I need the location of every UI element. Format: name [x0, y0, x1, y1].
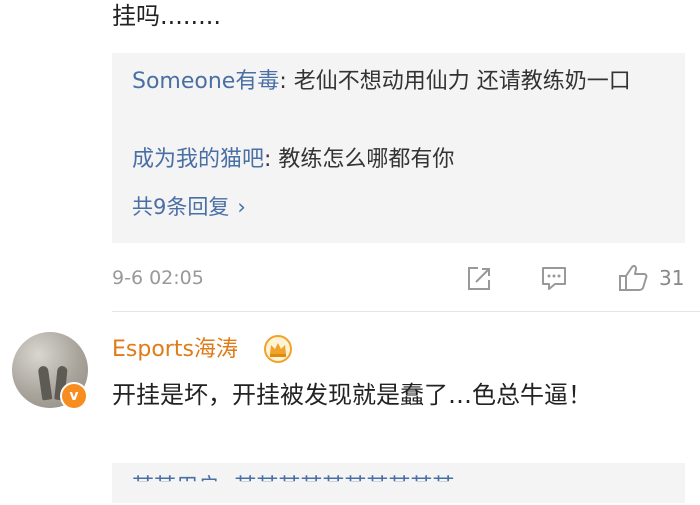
comment-username[interactable]: Esports海涛	[112, 333, 238, 367]
like-icon[interactable]	[617, 262, 651, 294]
previous-comment-text: 挂吗........	[112, 2, 222, 30]
comment-text: 开挂是坏，开挂被发现就是蠢了…色总牛逼！	[112, 381, 592, 409]
chevron-right-icon: ›	[237, 195, 246, 219]
reply-text: 教练怎么哪都有你	[278, 147, 455, 172]
share-icon[interactable]	[464, 262, 494, 294]
reply-separator: :	[264, 147, 279, 172]
comment-icon[interactable]	[539, 262, 569, 294]
avatar-figure	[37, 365, 53, 401]
next-replies-box: 某某用户: 某某某某某某某某某某	[112, 463, 685, 503]
comment-meta-bar: 9-6 02:05 31	[112, 262, 685, 294]
timestamp: 9-6 02:05	[112, 267, 204, 289]
crown-icon[interactable]	[263, 335, 293, 367]
divider	[112, 311, 700, 312]
more-replies-link[interactable]: 共9条回复 ›	[132, 191, 246, 223]
reply-item[interactable]: 成为我的猫吧: 教练怎么哪都有你	[132, 143, 662, 177]
replies-box: Someone有毒: 老仙不想动用仙力 还请教练奶一口 成为我的猫吧: 教练怎么…	[112, 53, 685, 243]
reply-text: 老仙不想动用仙力 还请教练奶一口	[293, 69, 631, 94]
reply-item[interactable]: Someone有毒: 老仙不想动用仙力 还请教练奶一口	[132, 65, 662, 99]
partial-reply[interactable]: 某某用户: 某某某某某某某某某某	[132, 471, 454, 481]
more-replies-label: 共9条回复	[132, 195, 230, 219]
like-count: 31	[659, 266, 685, 290]
verified-badge-icon: v	[60, 382, 88, 410]
reply-separator: :	[279, 69, 294, 94]
reply-username[interactable]: 成为我的猫吧	[132, 147, 264, 172]
reply-username[interactable]: Someone有毒	[132, 69, 279, 94]
